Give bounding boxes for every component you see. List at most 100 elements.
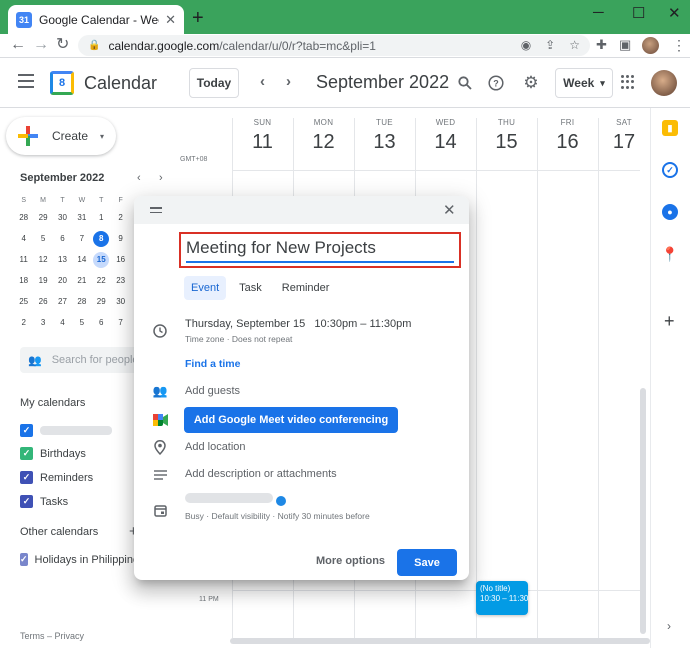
maps-pin-icon[interactable]: 📍 xyxy=(661,246,679,262)
google-apps-icon[interactable] xyxy=(621,75,635,89)
day-header-tue[interactable]: TUE 13 xyxy=(354,118,415,154)
mini-previous-month-icon[interactable]: ‹ xyxy=(137,172,141,184)
mini-day-selected[interactable]: 15 xyxy=(93,251,110,268)
mini-day[interactable]: 26 xyxy=(33,291,52,312)
mini-day[interactable]: 31 xyxy=(72,207,91,228)
minimize-window-icon[interactable]: ─ xyxy=(593,4,604,21)
dialog-drag-header[interactable]: ✕ xyxy=(134,196,469,224)
event-title-input[interactable]: Meeting for New Projects xyxy=(186,237,454,263)
terms-privacy-link[interactable]: Terms – Privacy xyxy=(20,631,84,641)
day-header-sun[interactable]: SUN 11 xyxy=(232,118,293,154)
day-header-mon[interactable]: MON 12 xyxy=(293,118,354,154)
horizontal-scrollbar[interactable] xyxy=(230,638,650,644)
settings-gear-icon[interactable]: ⚙ xyxy=(522,73,540,92)
mini-day[interactable]: 16 xyxy=(111,249,130,270)
day-date[interactable]: 16 xyxy=(537,131,598,154)
checkbox-checked-icon[interactable]: ✓ xyxy=(20,424,33,437)
mini-day[interactable]: 20 xyxy=(53,270,72,291)
mini-day[interactable]: 23 xyxy=(111,270,130,291)
event-datetime[interactable]: Thursday, September 15 10:30pm – 11:30pm xyxy=(185,318,411,330)
mini-day[interactable]: 18 xyxy=(14,270,33,291)
add-description-field[interactable]: Add description or attachments xyxy=(185,468,337,480)
account-avatar[interactable] xyxy=(651,70,677,96)
mini-day[interactable]: 6 xyxy=(53,228,72,249)
status-line[interactable]: Busy · Default visibility · Notify 30 mi… xyxy=(185,511,370,521)
mini-day[interactable]: 29 xyxy=(33,207,52,228)
mini-day[interactable]: 25 xyxy=(14,291,33,312)
new-tab-button[interactable]: + xyxy=(192,8,204,28)
close-icon[interactable]: ✕ xyxy=(443,201,456,219)
find-a-time-link[interactable]: Find a time xyxy=(185,358,240,370)
mini-day[interactable]: 30 xyxy=(53,207,72,228)
mini-day[interactable]: 21 xyxy=(72,270,91,291)
save-button[interactable]: Save xyxy=(397,549,457,576)
mini-day[interactable]: 3 xyxy=(33,312,52,333)
contacts-icon[interactable]: ● xyxy=(662,204,678,220)
address-bar[interactable]: 🔒 calendar.google.com/calendar/u/0/r?tab… xyxy=(78,35,590,56)
event-time-range[interactable]: 10:30pm – 11:30pm xyxy=(314,318,411,330)
drag-handle-icon[interactable] xyxy=(150,207,162,216)
day-header-fri[interactable]: FRI 16 xyxy=(537,118,598,154)
browser-menu-icon[interactable]: ⋮ xyxy=(672,36,686,54)
mini-day[interactable]: 1 xyxy=(92,207,111,228)
checkbox-checked-icon[interactable]: ✓ xyxy=(20,471,33,484)
day-date[interactable]: 15 xyxy=(476,131,537,154)
get-addons-plus-icon[interactable]: + xyxy=(664,311,675,332)
calendar-name-redacted[interactable] xyxy=(185,493,273,503)
mini-day[interactable]: 4 xyxy=(53,312,72,333)
add-meet-button[interactable]: Add Google Meet video conferencing xyxy=(184,407,398,433)
day-header-wed[interactable]: WED 14 xyxy=(415,118,476,154)
browser-profile-avatar[interactable] xyxy=(642,37,659,54)
other-calendars-heading[interactable]: Other calendars xyxy=(20,526,98,538)
mini-day[interactable]: 5 xyxy=(33,228,52,249)
tab-event[interactable]: Event xyxy=(184,276,227,300)
mini-day[interactable]: 7 xyxy=(111,312,130,333)
event-chip[interactable]: (No title) 10:30 – 11:30pm xyxy=(476,581,528,615)
maximize-window-icon[interactable]: ☐ xyxy=(632,4,645,22)
checkbox-checked-icon[interactable]: ✓ xyxy=(20,447,33,460)
calendar-item[interactable]: ✓ Tasks xyxy=(20,495,68,508)
calendar-item[interactable]: ✓ xyxy=(20,424,112,437)
day-date[interactable]: 12 xyxy=(293,131,354,154)
search-icon[interactable] xyxy=(456,74,474,92)
event-date[interactable]: Thursday, September 15 xyxy=(185,318,305,330)
more-options-button[interactable]: More options xyxy=(316,555,385,567)
mini-day[interactable]: 12 xyxy=(33,249,52,270)
add-guests-field[interactable]: Add guests xyxy=(185,385,240,397)
mini-day[interactable]: 9 xyxy=(111,228,130,249)
calendar-color-dot[interactable] xyxy=(276,496,286,506)
tab-close-icon[interactable]: ✕ xyxy=(165,12,176,28)
close-window-icon[interactable]: ✕ xyxy=(668,4,681,22)
calendar-item[interactable]: ✓ Holidays in Philippines xyxy=(20,553,134,566)
mini-day[interactable]: 6 xyxy=(92,312,111,333)
tab-task[interactable]: Task xyxy=(232,276,269,300)
mini-day[interactable]: 28 xyxy=(14,207,33,228)
mini-day[interactable]: 13 xyxy=(53,249,72,270)
mini-next-month-icon[interactable]: › xyxy=(159,172,163,184)
mini-day[interactable]: 7 xyxy=(72,228,91,249)
help-icon[interactable]: ? xyxy=(487,74,505,92)
mini-day[interactable]: 29 xyxy=(92,291,111,312)
browser-tab[interactable]: 31 Google Calendar - Week of Septe ✕ xyxy=(8,5,184,34)
bookmark-star-icon[interactable]: ☆ xyxy=(569,38,580,52)
view-switcher-button[interactable]: Week ▾ xyxy=(555,68,613,98)
reload-icon[interactable]: ↻ xyxy=(56,36,69,54)
tasks-icon[interactable]: ✓ xyxy=(662,162,678,178)
day-header-thu[interactable]: THU 15 xyxy=(476,118,537,154)
mini-day[interactable]: 28 xyxy=(72,291,91,312)
mini-day[interactable]: 2 xyxy=(111,207,130,228)
mini-day[interactable]: 5 xyxy=(72,312,91,333)
day-date[interactable]: 13 xyxy=(354,131,415,154)
mini-day[interactable]: 2 xyxy=(14,312,33,333)
mini-day[interactable]: 11 xyxy=(14,249,33,270)
keep-icon[interactable]: ▮ xyxy=(662,120,678,136)
day-date[interactable]: 11 xyxy=(232,131,293,154)
today-button[interactable]: Today xyxy=(189,68,239,98)
calendar-item[interactable]: ✓ Reminders xyxy=(20,471,93,484)
sidebar-toggle-icon[interactable]: ▣ xyxy=(619,36,631,54)
my-calendars-heading[interactable]: My calendars xyxy=(20,397,85,409)
mini-day[interactable]: 30 xyxy=(111,291,130,312)
mini-day[interactable]: 14 xyxy=(72,249,91,270)
checkbox-checked-icon[interactable]: ✓ xyxy=(20,553,28,566)
mini-day[interactable]: 19 xyxy=(33,270,52,291)
